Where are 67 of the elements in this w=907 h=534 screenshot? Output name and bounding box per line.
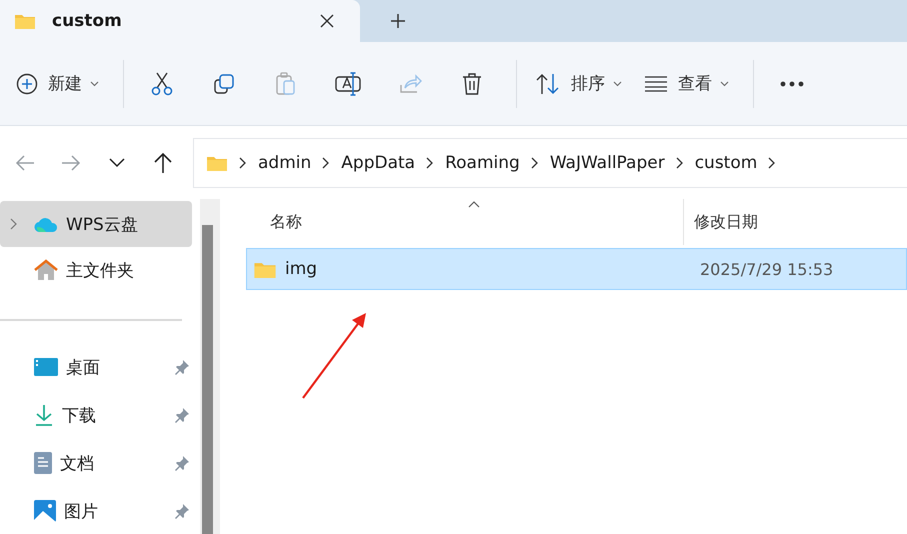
scrollbar-thumb[interactable] [202, 225, 213, 534]
modified-date: 2025/7/29 15:53 [699, 260, 834, 278]
chevron-icon[interactable] [676, 156, 684, 168]
share-icon [398, 72, 422, 94]
new-button[interactable]: 新建 [8, 62, 107, 106]
chevron-icon[interactable] [768, 156, 776, 168]
add-icon [16, 72, 38, 94]
house-icon [34, 259, 58, 281]
breadcrumb-item[interactable]: AppData [341, 152, 416, 172]
lines-icon [644, 76, 668, 92]
chevron-icon[interactable] [426, 156, 434, 168]
trash-icon [461, 72, 483, 96]
tab-title: custom [52, 11, 123, 31]
breadcrumb-item[interactable]: custom [694, 152, 758, 172]
clipboard-icon [275, 72, 297, 96]
column-header[interactable]: 修改日期 [683, 199, 907, 245]
new-tab-icon[interactable] [390, 13, 406, 29]
sidebar-label: 图片 [64, 500, 99, 522]
sidebar-label: 主文件夹 [66, 260, 135, 282]
sidebar-item[interactable]: 图片 [0, 487, 192, 534]
expand-icon[interactable] [10, 218, 16, 230]
sidebar-item[interactable]: WPS云盘 [0, 201, 192, 247]
up-arrow-icon [153, 152, 173, 174]
sidebar-item[interactable]: 主文件夹 [0, 247, 192, 293]
sidebar-item[interactable]: 文档 [0, 439, 192, 487]
chevron-down-icon [109, 158, 125, 168]
pin-icon[interactable] [174, 359, 190, 375]
chevron-icon[interactable] [530, 156, 539, 168]
close-icon[interactable] [320, 14, 334, 28]
breadcrumb-item[interactable]: Roaming [445, 152, 520, 172]
chevron-icon[interactable] [239, 156, 247, 168]
caret-icon [613, 80, 622, 86]
back-arrow-icon [15, 154, 35, 172]
document-icon [34, 452, 52, 474]
sidebar-label: WPS云盘 [66, 214, 139, 236]
chevron-icon[interactable] [322, 156, 330, 168]
sidebar-label: 文档 [60, 452, 95, 474]
file-row[interactable]: img 2025/7/29 15:53 [246, 248, 907, 290]
sidebar-item[interactable]: 下载 [0, 391, 192, 439]
download-icon [34, 404, 54, 426]
address-bar[interactable]: admin AppData Roaming WaJWallPaper custom [193, 138, 907, 188]
breadcrumb-item[interactable]: admin [258, 152, 312, 172]
sidebar-label: 下载 [62, 404, 97, 426]
rename-icon [335, 72, 361, 96]
sidebar-item[interactable]: 桌面 [0, 343, 192, 391]
pin-icon[interactable] [174, 503, 190, 519]
caret-icon [90, 80, 99, 86]
folder-icon [14, 12, 36, 30]
pin-icon[interactable] [174, 455, 190, 471]
sidebar-label: 桌面 [66, 356, 101, 378]
window-tab[interactable]: custom [0, 0, 360, 42]
sort-icon [535, 72, 561, 94]
scissors-icon [151, 72, 173, 96]
sort-button[interactable]: 排序 [527, 62, 630, 106]
more-icon [780, 80, 804, 86]
copy-icon [213, 72, 235, 94]
column-header[interactable]: 名称 [246, 199, 683, 245]
caret-icon [720, 80, 729, 86]
picture-icon [34, 500, 56, 522]
sort-caret-icon [468, 201, 480, 208]
view-button[interactable]: 查看 [636, 62, 737, 106]
pin-icon[interactable] [174, 407, 190, 423]
forward-arrow-icon [61, 154, 81, 172]
desktop-icon [34, 358, 58, 376]
cloud-icon [34, 215, 58, 233]
file-name: img [285, 259, 318, 279]
breadcrumb-item[interactable]: WaJWallPaper [550, 152, 665, 172]
